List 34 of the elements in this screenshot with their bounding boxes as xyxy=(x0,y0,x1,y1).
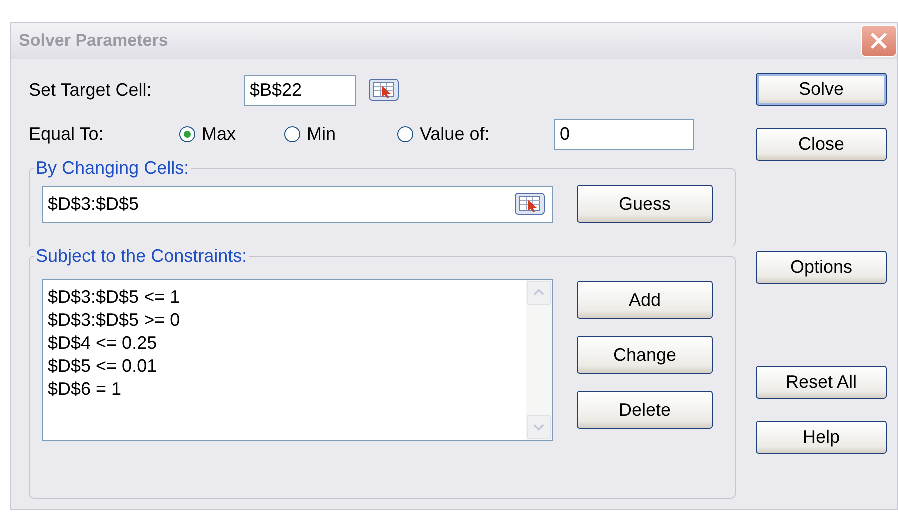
dialog-button[interactable]: Delete xyxy=(577,391,713,429)
dialog-button[interactable]: Close xyxy=(756,128,887,161)
cell-picker-icon xyxy=(369,79,399,101)
window-title: Solver Parameters xyxy=(19,30,168,52)
dialog-button[interactable]: Options xyxy=(756,251,887,284)
dialog-button[interactable]: Solve xyxy=(756,73,887,106)
list-item[interactable]: $D$4 <= 0.25 xyxy=(48,332,521,355)
group-label: By Changing Cells: xyxy=(35,159,190,177)
dialog-button[interactable]: Help xyxy=(756,421,887,454)
list-item[interactable]: $D$6 = 1 xyxy=(48,378,521,401)
radio-option[interactable]: Max xyxy=(179,120,284,148)
constraints-list[interactable]: $D$3:$D$5 <= 1 $D$3:$D$5 >= 0 $D$4 <= 0.25 $D$5 <= 0.01 $D$6 = 1 xyxy=(42,279,553,441)
close-button[interactable] xyxy=(861,25,897,57)
cell-picker-icon xyxy=(515,193,545,215)
dialog-button[interactable]: Add xyxy=(577,281,713,319)
group-label: Subject to the Constraints: xyxy=(35,247,248,265)
dialog-button[interactable]: Change xyxy=(577,336,713,374)
field-value: $D$3:$D$5 xyxy=(48,192,140,216)
target-cell-field[interactable]: $B$22 xyxy=(244,74,356,106)
list-item[interactable]: $D$3:$D$5 <= 1 xyxy=(48,286,521,309)
field-label: Equal To: xyxy=(29,122,105,146)
changing-cells-field[interactable]: $D$3:$D$5 xyxy=(42,186,553,222)
radio-button[interactable] xyxy=(397,126,414,142)
list-item[interactable]: $D$3:$D$5 >= 0 xyxy=(48,309,521,332)
radio-option[interactable]: Min xyxy=(284,120,397,148)
field-label: Set Target Cell: xyxy=(29,78,153,102)
radio-button[interactable] xyxy=(284,126,301,142)
radio-option[interactable]: Value of: xyxy=(397,120,554,148)
radio-button[interactable] xyxy=(179,126,196,142)
dialog-button[interactable]: Reset All xyxy=(756,366,887,399)
dialog-button[interactable]: Guess xyxy=(577,185,713,223)
value-field[interactable]: 0 xyxy=(554,118,694,150)
list-item[interactable]: $D$5 <= 0.01 xyxy=(48,355,521,378)
close-icon xyxy=(868,30,890,52)
